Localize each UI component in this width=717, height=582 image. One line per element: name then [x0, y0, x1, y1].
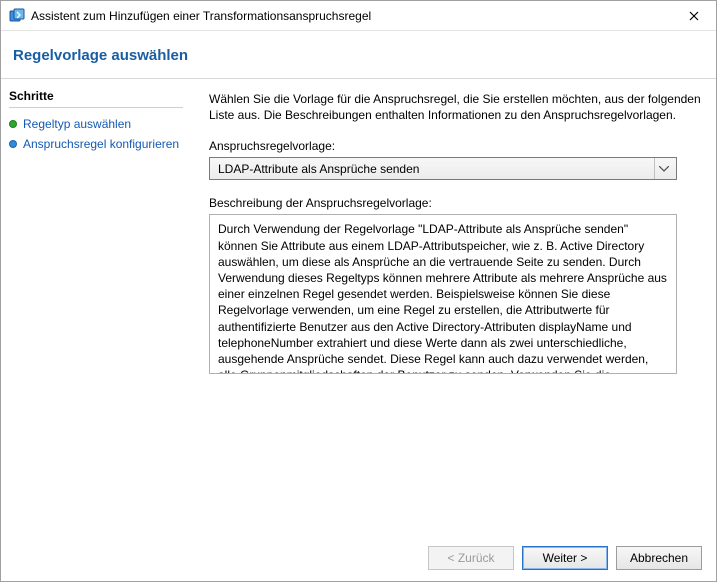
intro-text: Wählen Sie die Vorlage für die Anspruchs…	[209, 91, 702, 123]
main-panel: Wählen Sie die Vorlage für die Anspruchs…	[191, 79, 716, 535]
wizard-footer: < Zurück Weiter > Abbrechen	[1, 535, 716, 581]
step-label: Regeltyp auswählen	[23, 117, 131, 131]
wizard-header: Regelvorlage auswählen	[1, 31, 716, 79]
window-title: Assistent zum Hinzufügen einer Transform…	[31, 9, 671, 23]
bullet-icon	[9, 140, 17, 148]
step-anspruchsregel[interactable]: Anspruchsregel konfigurieren	[9, 134, 183, 154]
wizard-window: Assistent zum Hinzufügen einer Transform…	[0, 0, 717, 582]
close-button[interactable]	[671, 1, 716, 31]
app-icon	[9, 8, 25, 24]
template-label: Anspruchsregelvorlage:	[209, 139, 702, 153]
titlebar: Assistent zum Hinzufügen einer Transform…	[1, 1, 716, 31]
steps-sidebar: Schritte Regeltyp auswählen Anspruchsreg…	[1, 79, 191, 535]
page-title: Regelvorlage auswählen	[13, 47, 700, 64]
next-button[interactable]: Weiter >	[522, 546, 608, 570]
cancel-button[interactable]: Abbrechen	[616, 546, 702, 570]
step-regeltyp[interactable]: Regeltyp auswählen	[9, 114, 183, 134]
bullet-icon	[9, 120, 17, 128]
back-button: < Zurück	[428, 546, 514, 570]
selected-template: LDAP-Attribute als Ansprüche senden	[218, 162, 654, 176]
description-label: Beschreibung der Anspruchsregelvorlage:	[209, 196, 702, 210]
steps-heading: Schritte	[9, 89, 183, 108]
claim-rule-template-select[interactable]: LDAP-Attribute als Ansprüche senden	[209, 157, 677, 180]
chevron-down-icon	[654, 158, 672, 179]
wizard-body: Schritte Regeltyp auswählen Anspruchsreg…	[1, 79, 716, 535]
close-icon	[689, 11, 699, 21]
step-label: Anspruchsregel konfigurieren	[23, 137, 179, 151]
template-description: Durch Verwendung der Regelvorlage "LDAP-…	[209, 214, 677, 374]
